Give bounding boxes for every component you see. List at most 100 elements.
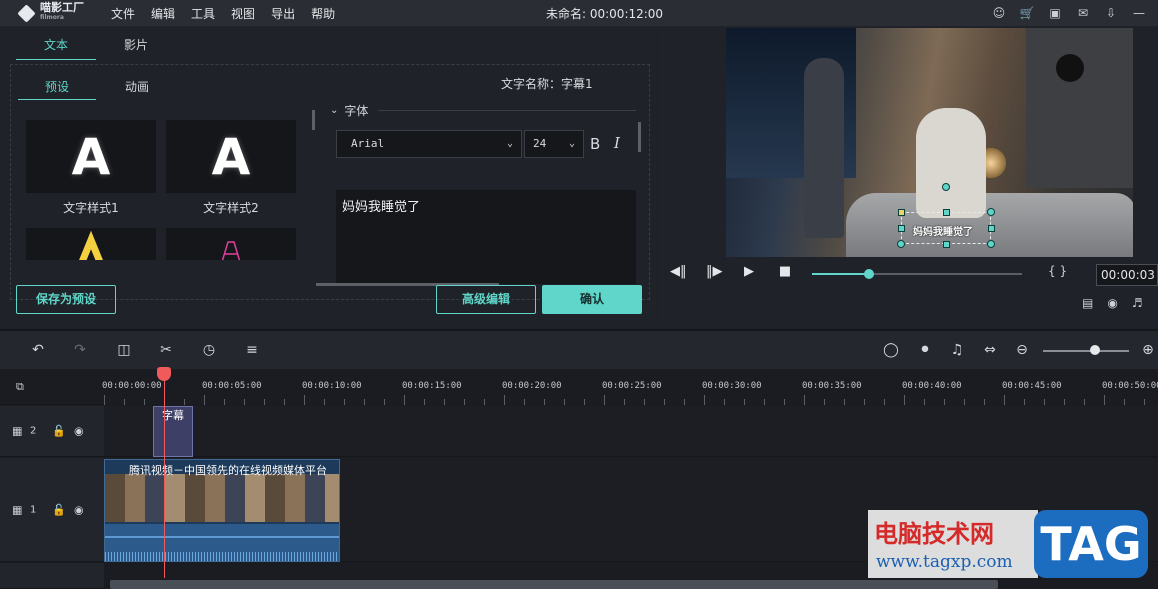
cart-icon[interactable]: 🛒 <box>1018 4 1036 22</box>
playhead-handle[interactable] <box>157 367 171 381</box>
font-section: ⌄ 字体 <box>330 102 636 119</box>
display-settings-icon[interactable]: ▤ <box>1082 296 1093 310</box>
play-icon[interactable]: ▶ <box>742 264 756 279</box>
preset-style-4[interactable] <box>166 228 296 260</box>
volume-icon[interactable]: ♬ <box>1132 296 1143 310</box>
subtitle-overlay[interactable]: 妈妈我睡觉了 <box>913 223 973 238</box>
timeline-scrollbar[interactable] <box>110 580 998 589</box>
ruler-minor-tick <box>764 399 765 405</box>
ruler-minor-tick <box>784 399 785 405</box>
ruler-minor-tick <box>724 399 725 405</box>
preset-letter: A <box>71 127 111 186</box>
delete-icon[interactable]: ◫ <box>115 342 133 358</box>
divider <box>378 110 636 111</box>
menu-file[interactable]: 文件 <box>111 5 135 22</box>
track-row-2[interactable] <box>104 406 1158 457</box>
ruler-tick <box>904 395 905 405</box>
resize-handle[interactable] <box>943 209 950 216</box>
resize-handle[interactable] <box>987 240 995 248</box>
eye-icon[interactable]: ◉ <box>74 503 84 516</box>
font-scrollbar[interactable] <box>638 122 641 152</box>
resize-handle[interactable] <box>898 209 905 216</box>
music-icon[interactable]: ♫ <box>948 342 966 358</box>
playhead-line[interactable] <box>164 380 165 578</box>
font-size-value: 24 <box>533 137 547 150</box>
resize-handle[interactable] <box>987 208 995 216</box>
advanced-edit-button[interactable]: 高级编辑 <box>436 285 536 314</box>
ruler-tick-label: 00:00:25:00 <box>602 381 662 391</box>
rotate-handle[interactable] <box>942 183 950 191</box>
subtitle-text-input[interactable]: 妈妈我睡觉了 <box>336 190 636 284</box>
snapshot-icon[interactable]: ◉ <box>1107 296 1117 310</box>
cut-icon[interactable]: ✂ <box>157 342 175 358</box>
fit-icon[interactable]: ⇔ <box>981 342 999 358</box>
tab-movie[interactable]: 影片 <box>96 36 176 60</box>
ruler-tick <box>704 395 705 405</box>
tab-animation[interactable]: 动画 <box>98 78 176 100</box>
marker-icon[interactable]: ◯ <box>882 342 900 358</box>
font-family-select[interactable]: Arial ⌄ <box>336 130 522 158</box>
zoom-out-icon[interactable]: ⊖ <box>1013 342 1031 358</box>
italic-button[interactable]: I <box>614 134 620 152</box>
menu-tools[interactable]: 工具 <box>191 5 215 22</box>
adjust-icon[interactable]: ≡ <box>243 342 261 358</box>
mail-icon[interactable]: ✉ <box>1074 4 1092 22</box>
time-ruler[interactable]: 00:00:00:00 00:00:05:00 00:00:10:00 00:00:1… <box>102 369 1158 405</box>
tab-preset[interactable]: 预设 <box>18 78 96 100</box>
preset-style-1[interactable]: A <box>26 120 156 193</box>
in-out-markers[interactable]: { } <box>1048 264 1067 278</box>
redo-icon[interactable]: ↷ <box>71 342 89 358</box>
ruler-tick <box>204 395 205 405</box>
undo-icon[interactable]: ↶ <box>29 342 47 358</box>
lock-icon[interactable]: 🔓 <box>52 503 66 516</box>
user-icon[interactable]: ☺ <box>990 4 1008 22</box>
ruler-tick <box>104 395 105 405</box>
bold-button[interactable]: B <box>590 135 600 153</box>
video-clip[interactable]: 腾讯视频－中国领先的在线视频媒体平台 <box>104 459 340 562</box>
ruler-tick-label: 00:00:35:00 <box>802 381 862 391</box>
zoom-knob[interactable] <box>1090 345 1100 355</box>
menu-help[interactable]: 帮助 <box>311 5 335 22</box>
preset-scrollbar[interactable] <box>312 110 315 130</box>
playback-progress[interactable] <box>812 269 1022 279</box>
ruler-minor-tick <box>344 399 345 405</box>
menu-view[interactable]: 视图 <box>231 5 255 22</box>
ruler-minor-tick <box>484 399 485 405</box>
font-section-header[interactable]: ⌄ 字体 <box>330 102 636 119</box>
download-icon[interactable]: ⇩ <box>1102 4 1120 22</box>
subtitle-clip[interactable]: 字幕 <box>153 406 193 457</box>
preset-style-2[interactable]: A <box>166 120 296 193</box>
ruler-minor-tick <box>244 399 245 405</box>
resize-handle[interactable] <box>943 241 950 248</box>
zoom-in-icon[interactable]: ⊕ <box>1139 342 1157 358</box>
preset-style-3[interactable] <box>26 228 156 260</box>
eye-icon[interactable]: ◉ <box>74 425 84 438</box>
prev-frame-icon[interactable]: ◀‖ <box>670 264 687 279</box>
add-track-icon[interactable]: ⧉ <box>16 380 24 394</box>
confirm-button[interactable]: 确认 <box>542 285 642 314</box>
menu-edit[interactable]: 编辑 <box>151 5 175 22</box>
speed-icon[interactable]: ◷ <box>200 342 218 358</box>
tab-text[interactable]: 文本 <box>16 36 96 60</box>
resize-handle[interactable] <box>988 225 995 232</box>
zoom-slider[interactable] <box>1043 350 1129 352</box>
video-preview[interactable]: 妈妈我睡觉了 <box>726 28 1133 257</box>
resize-handle[interactable] <box>897 240 905 248</box>
lock-icon[interactable]: 🔓 <box>52 425 66 438</box>
ruler-minor-tick <box>664 399 665 405</box>
menu-export[interactable]: 导出 <box>271 5 295 22</box>
audio-volume-line[interactable] <box>105 536 339 538</box>
ruler-minor-tick <box>884 399 885 405</box>
mic-icon[interactable]: ⚫ <box>916 342 934 358</box>
progress-knob[interactable] <box>863 269 874 279</box>
save-icon[interactable]: ▣ <box>1046 4 1064 22</box>
play-slow-icon[interactable]: ‖▶ <box>706 264 723 279</box>
minimize-icon[interactable]: — <box>1130 4 1148 22</box>
resize-handle[interactable] <box>898 225 905 232</box>
save-preset-button[interactable]: 保存为预设 <box>16 285 116 314</box>
font-size-select[interactable]: 24 ⌄ <box>524 130 584 158</box>
stop-icon[interactable]: ■ <box>778 264 792 279</box>
ruler-tick-label: 00:00:10:00 <box>302 381 362 391</box>
ruler-minor-tick <box>1084 399 1085 405</box>
ruler-minor-tick <box>324 399 325 405</box>
